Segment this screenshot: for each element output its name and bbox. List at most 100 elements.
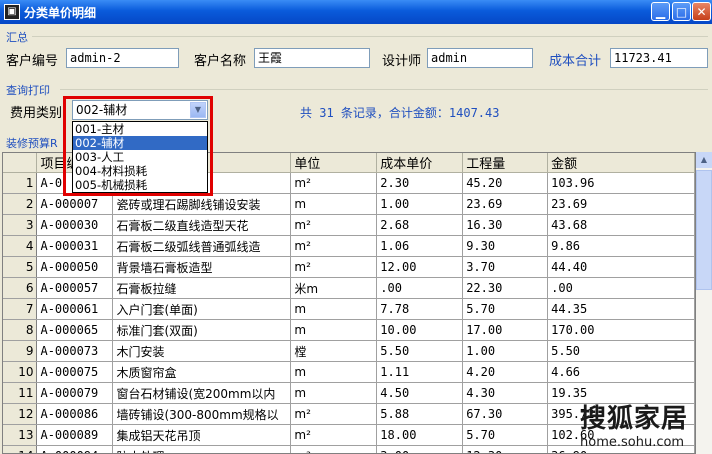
table-row[interactable]: 3 A-000030 石膏板二级直线造型天花 m² 2.68 16.30 43.68: [3, 214, 695, 236]
table-row[interactable]: 7 A-000061 入户门套(单面) m 7.78 5.70 44.35: [3, 298, 695, 320]
customer-name-field[interactable]: 王霞: [254, 48, 370, 68]
item-code: A-000089: [36, 424, 114, 446]
unit: 樘: [290, 340, 378, 362]
item-code: A-000094: [36, 445, 114, 453]
row-number[interactable]: 1: [3, 172, 38, 194]
unit-price: 3.00: [376, 445, 464, 453]
item-name: 窗台石材铺设(宽200mm以内: [112, 382, 292, 404]
table-row[interactable]: 8 A-000065 标准门套(双面) m 10.00 17.00 170.00: [3, 319, 695, 341]
table-row[interactable]: 10 A-000075 木质窗帘盒 m 1.11 4.20 4.66: [3, 361, 695, 383]
amount: 43.68: [547, 214, 695, 236]
unit-price: 2.68: [376, 214, 464, 236]
unit: m: [290, 319, 378, 341]
unit-price: 2.30: [376, 172, 464, 194]
unit: m: [290, 382, 378, 404]
item-name: 木质窗帘盒: [112, 361, 292, 383]
unit-price: .00: [376, 277, 464, 299]
fee-type-option-2[interactable]: 002-辅材: [73, 136, 207, 150]
scrollbar-thumb[interactable]: [696, 170, 712, 290]
cost-total-field[interactable]: 11723.41: [610, 48, 708, 68]
item-code: A-000073: [36, 340, 114, 362]
amount: 5.50: [547, 340, 695, 362]
fee-type-dropdown[interactable]: 001-主材 002-辅材 003-人工 004-材料损耗 005-机械损耗: [72, 121, 208, 193]
unit-price: 10.00: [376, 319, 464, 341]
cost-total-label: 成本合计: [549, 54, 602, 69]
unit-price: 7.78: [376, 298, 464, 320]
summary-section-title: 汇总: [6, 31, 28, 44]
row-number[interactable]: 11: [3, 382, 38, 404]
quantity: 16.30: [462, 214, 549, 236]
watermark-brand: 搜狐家居: [580, 404, 689, 434]
table-row[interactable]: 6 A-000057 石膏板拉缝 米m .00 22.30.00: [3, 277, 695, 299]
item-name: 瓷砖或理石踢脚线铺设安装: [112, 193, 292, 215]
row-number[interactable]: 3: [3, 214, 38, 236]
scroll-up-icon[interactable]: ▲: [696, 152, 712, 168]
row-number[interactable]: 5: [3, 256, 38, 278]
table-row[interactable]: 5 A-000050 背景墙石膏板造型 m² 12.00 3.70 44.40: [3, 256, 695, 278]
row-number[interactable]: 13: [3, 424, 38, 446]
quantity: 9.30: [462, 235, 549, 257]
item-name: 石膏板二级弧线普通弧线造: [112, 235, 292, 257]
quantity: 67.30: [462, 403, 549, 425]
row-number[interactable]: 10: [3, 361, 38, 383]
amount: 170.00: [547, 319, 695, 341]
fee-type-option-4[interactable]: 004-材料损耗: [73, 164, 207, 178]
unit-price: 5.88: [376, 403, 464, 425]
row-number[interactable]: 6: [3, 277, 38, 299]
row-number[interactable]: 4: [3, 235, 38, 257]
item-code: A-000057: [36, 277, 114, 299]
fee-type-option-5[interactable]: 005-机械损耗: [73, 178, 207, 192]
row-number[interactable]: 2: [3, 193, 38, 215]
fee-type-value: 002-辅材: [76, 103, 128, 117]
quantity: 22.30: [462, 277, 549, 299]
amount: 103.96: [547, 172, 695, 194]
close-button[interactable]: ✕: [692, 2, 711, 21]
quantity: 23.69: [462, 193, 549, 215]
unit-price: 12.00: [376, 256, 464, 278]
header-unit[interactable]: 单位: [290, 153, 378, 173]
row-number[interactable]: 8: [3, 319, 38, 341]
header-amount[interactable]: 金额: [547, 153, 695, 173]
summary-divider: [32, 36, 708, 37]
item-code: A-000061: [36, 298, 114, 320]
unit: m: [290, 361, 378, 383]
quantity: 5.70: [462, 424, 549, 446]
app-icon: ▣: [4, 4, 20, 20]
row-number[interactable]: 7: [3, 298, 38, 320]
table-row[interactable]: 4 A-000031 石膏板二级弧线普通弧线造 m² 1.06 9.30 9.86: [3, 235, 695, 257]
unit: m²: [290, 172, 378, 194]
quantity: 5.70: [462, 298, 549, 320]
header-row-number: [3, 153, 38, 173]
customer-name-label: 客户名称: [194, 54, 247, 69]
amount: 44.35: [547, 298, 695, 320]
table-row[interactable]: 2 A-000007 瓷砖或理石踢脚线铺设安装 m 1.00 23.69 23.69: [3, 193, 695, 215]
fee-type-select[interactable]: 002-辅材 ▼: [72, 100, 208, 120]
header-qty[interactable]: 工程量: [462, 153, 549, 173]
designer-label: 设计师: [382, 54, 422, 69]
window-title: 分类单价明细: [24, 6, 97, 20]
item-name: 石膏板拉缝: [112, 277, 292, 299]
item-code: A-000086: [36, 403, 114, 425]
table-row[interactable]: 9 A-000073 木门安装樘 5.50 1.00 5.50: [3, 340, 695, 362]
unit-price: 5.50: [376, 340, 464, 362]
minimize-button[interactable]: ▁: [651, 2, 670, 21]
fee-type-option-1[interactable]: 001-主材: [73, 122, 207, 136]
fee-type-label: 费用类别: [10, 106, 63, 121]
amount: 44.40: [547, 256, 695, 278]
unit-price: 1.06: [376, 235, 464, 257]
header-price[interactable]: 成本单价: [376, 153, 464, 173]
designer-field[interactable]: admin: [427, 48, 533, 68]
unit-price: 1.00: [376, 193, 464, 215]
unit: m²: [290, 445, 378, 453]
row-number[interactable]: 9: [3, 340, 38, 362]
unit: m: [290, 298, 378, 320]
sohu-watermark: 搜狐家居 home.sohu.com: [580, 398, 706, 450]
fee-type-option-3[interactable]: 003-人工: [73, 150, 207, 164]
customer-no-field[interactable]: admin-2: [66, 48, 179, 68]
item-name: 标准门套(双面): [112, 319, 292, 341]
quantity: 12.30: [462, 445, 549, 453]
chevron-down-icon[interactable]: ▼: [190, 102, 206, 118]
row-number[interactable]: 12: [3, 403, 38, 425]
row-number[interactable]: 14: [3, 445, 38, 453]
maximize-button[interactable]: □: [672, 2, 691, 21]
